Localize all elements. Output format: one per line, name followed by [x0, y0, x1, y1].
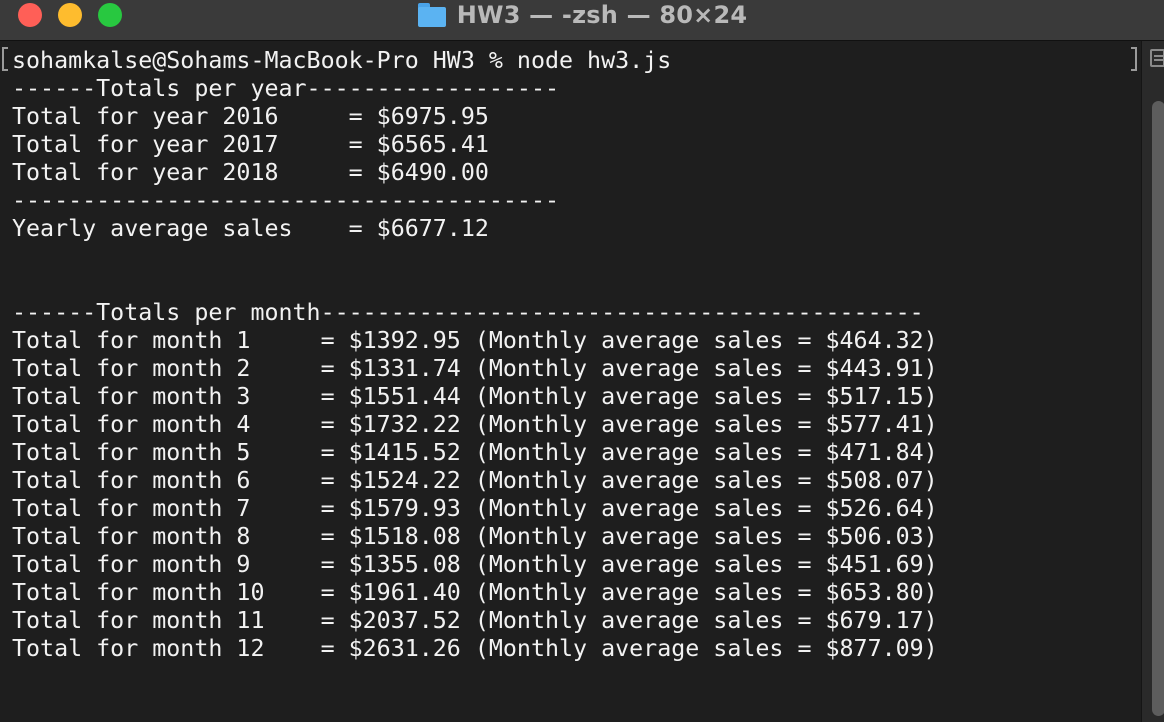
title-bar[interactable]: HW3 — -zsh — 80×24: [0, 0, 1164, 41]
terminal-output-area[interactable]: sohamkalse@Sohams-MacBook-Pro HW3 % node…: [0, 41, 1140, 722]
terminal-line: Total for month 5 = $1415.52 (Monthly av…: [12, 439, 938, 466]
terminal-text: sohamkalse@Sohams-MacBook-Pro HW3 % node…: [12, 47, 938, 663]
terminal-line: Total for month 6 = $1524.22 (Monthly av…: [12, 467, 938, 494]
terminal-line: ------Totals per month------------------…: [12, 299, 924, 326]
terminal-line: ---------------------------------------: [12, 187, 560, 214]
terminal-line: Total for month 4 = $1732.22 (Monthly av…: [12, 411, 938, 438]
scroll-gutter[interactable]: [1141, 41, 1164, 722]
terminal-line: Total for year 2018 = $6490.00: [12, 159, 489, 186]
terminal-line: Total for year 2016 = $6975.95: [12, 103, 489, 130]
terminal-line: Total for month 9 = $1355.08 (Monthly av…: [12, 551, 938, 578]
terminal-line: Total for month 11 = $2037.52 (Monthly a…: [12, 607, 938, 634]
cursor-mark-right: [1131, 47, 1137, 71]
terminal-line: Total for month 7 = $1579.93 (Monthly av…: [12, 495, 938, 522]
terminal-line: Total for year 2017 = $6565.41: [12, 131, 489, 158]
terminal-line: Total for month 2 = $1331.74 (Monthly av…: [12, 355, 938, 382]
window-title-area: HW3 — -zsh — 80×24: [0, 0, 1164, 30]
terminal-line: Total for month 3 = $1551.44 (Monthly av…: [12, 383, 938, 410]
terminal-window: HW3 — -zsh — 80×24 sohamkalse@Sohams-Mac…: [0, 0, 1164, 722]
terminal-line: Yearly average sales = $6677.12: [12, 215, 489, 242]
terminal-line: Total for month 10 = $1961.40 (Monthly a…: [12, 579, 938, 606]
window-title: HW3 — -zsh — 80×24: [456, 1, 748, 29]
folder-icon: [417, 3, 447, 27]
terminal-line: ------Totals per year------------------: [12, 75, 560, 102]
marks-menu-icon[interactable]: [1150, 49, 1164, 67]
terminal-line: Total for month 1 = $1392.95 (Monthly av…: [12, 327, 938, 354]
terminal-line: sohamkalse@Sohams-MacBook-Pro HW3 % node…: [12, 47, 672, 74]
terminal-line: Total for month 12 = $2631.26 (Monthly a…: [12, 635, 938, 662]
scrollbar-thumb[interactable]: [1152, 101, 1164, 716]
terminal-line: Total for month 8 = $1518.08 (Monthly av…: [12, 523, 938, 550]
cursor-mark-left: [2, 47, 8, 71]
